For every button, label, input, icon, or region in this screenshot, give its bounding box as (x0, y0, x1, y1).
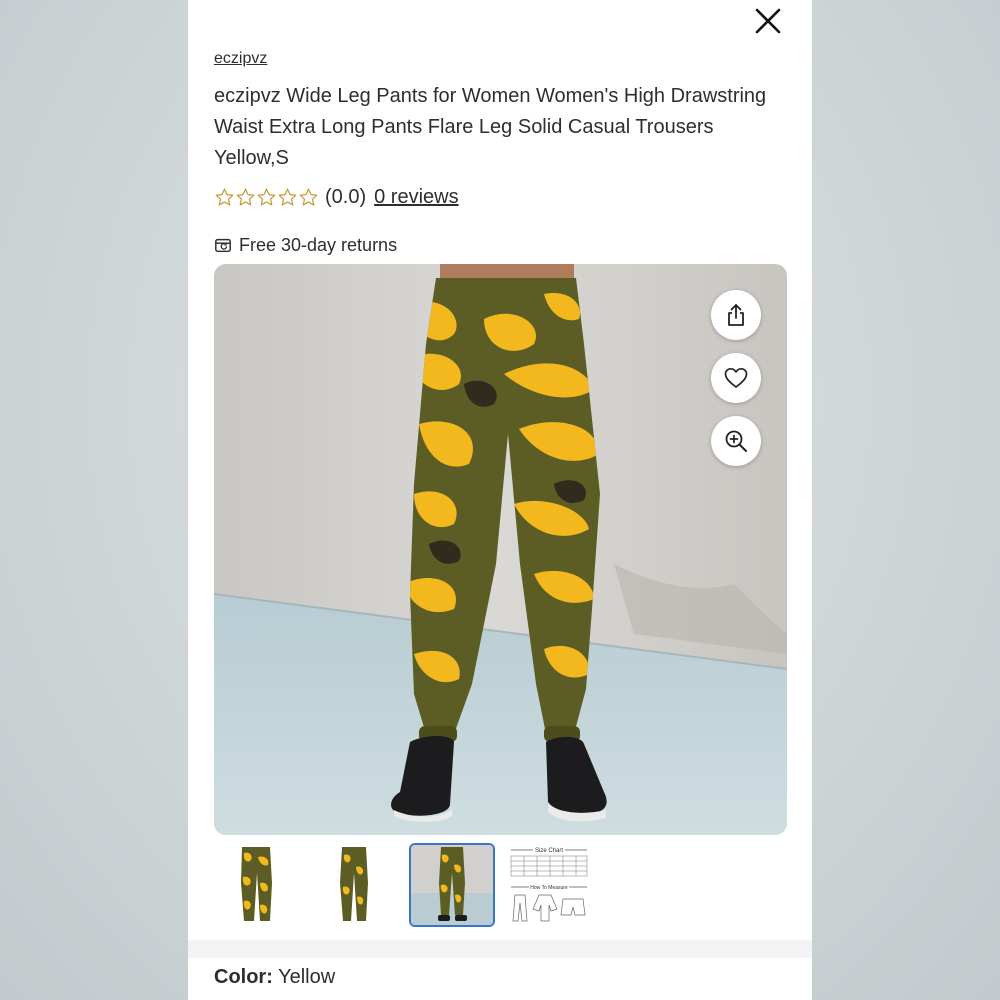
thumbnail-image (411, 845, 493, 925)
returns-label: Free 30-day returns (239, 234, 398, 255)
size-chart-image: Size Chart How To Measure (507, 843, 591, 925)
rating-value: (0.0) (325, 185, 367, 208)
star-outline-icon (236, 188, 255, 206)
share-icon (728, 304, 744, 326)
close-button[interactable] (752, 5, 784, 37)
star-outline-icon (299, 188, 318, 206)
share-button[interactable] (711, 290, 761, 340)
close-icon (755, 8, 781, 34)
size-chart-heading: Size Chart (535, 848, 563, 854)
zoom-in-icon (725, 430, 747, 452)
thumbnail-4-size-chart[interactable]: Size Chart How To Measure (507, 843, 591, 925)
color-value: Yellow (278, 966, 336, 988)
product-main-image[interactable] (214, 264, 787, 835)
rating-row: (0.0) 0 reviews (214, 184, 459, 210)
thumbnail-1[interactable] (214, 843, 298, 925)
camo-pants-photo (214, 264, 787, 835)
color-selector-label: Color: Yellow (214, 966, 335, 989)
star-outline-icon (257, 188, 276, 206)
star-outline-icon (215, 188, 234, 206)
section-divider (188, 940, 812, 958)
returns-info: Free 30-day returns (214, 234, 397, 256)
zoom-button[interactable] (711, 416, 761, 466)
thumbnail-3-selected[interactable] (409, 843, 495, 927)
thumbnail-image (312, 843, 396, 925)
product-title: eczipvz Wide Leg Pants for Women Women's… (214, 85, 767, 169)
star-outline-icon (278, 188, 297, 206)
star-rating (214, 187, 319, 208)
returns-icon (215, 238, 231, 253)
favorite-button[interactable] (711, 353, 761, 403)
brand-link[interactable]: eczipvz (214, 50, 267, 68)
size-chart-subheading: How To Measure (530, 885, 568, 891)
reviews-link[interactable]: 0 reviews (374, 186, 458, 209)
thumbnail-2[interactable] (312, 843, 396, 925)
heart-icon (724, 367, 748, 388)
thumbnail-image (214, 843, 298, 925)
color-label: Color: (214, 966, 273, 988)
